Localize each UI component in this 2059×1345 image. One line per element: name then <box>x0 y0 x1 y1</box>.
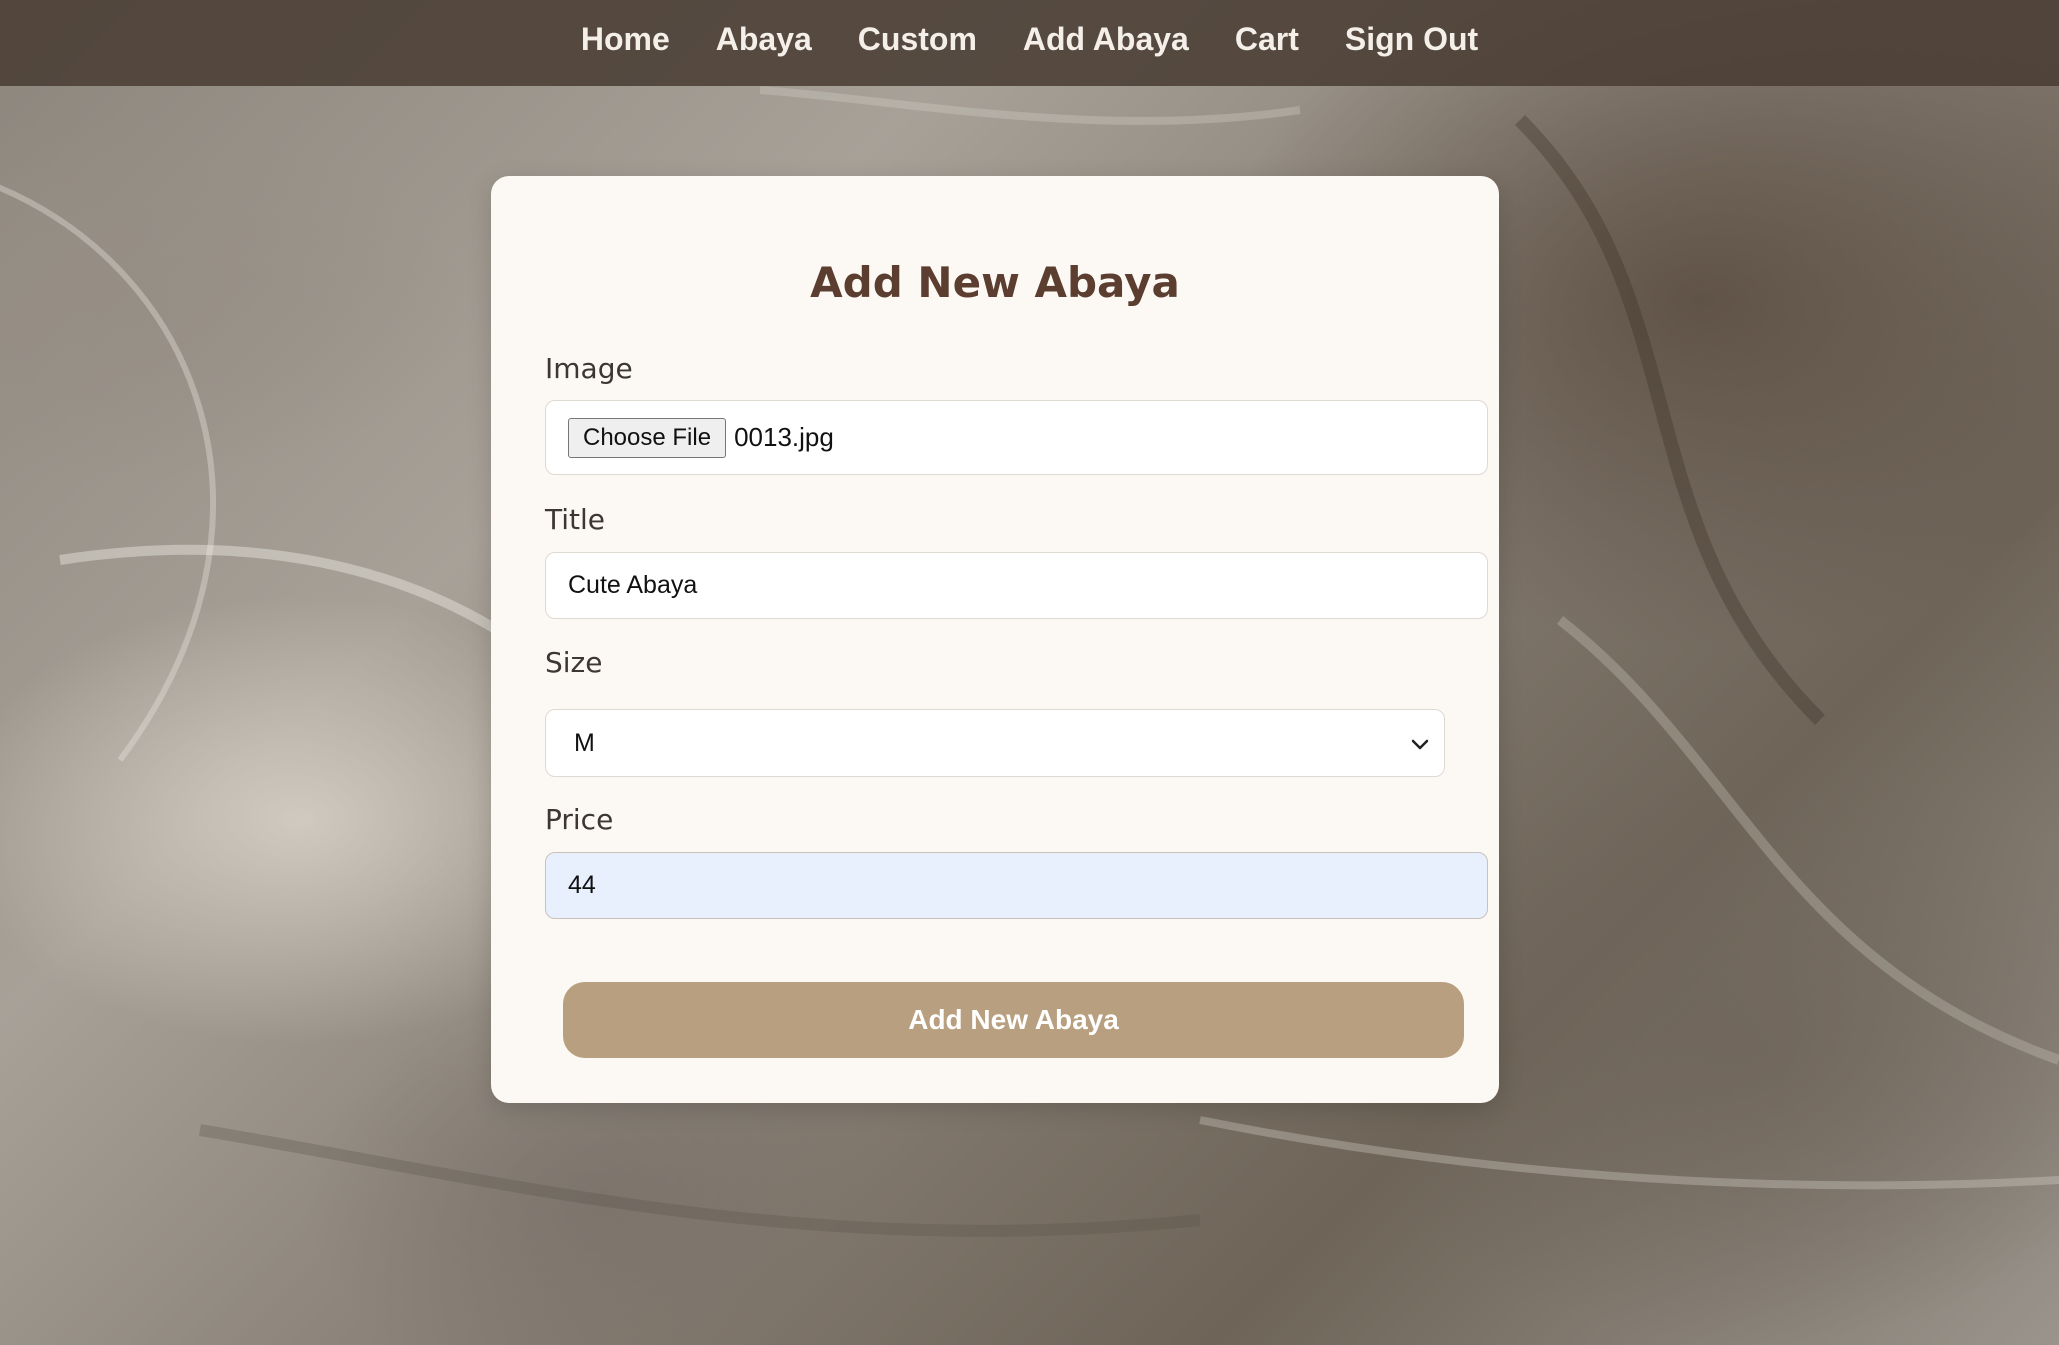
price-label: Price <box>545 803 614 836</box>
nav-custom-link[interactable]: Custom <box>858 21 977 66</box>
image-file-input: Choose File 0013.jpg <box>545 400 1488 475</box>
size-label: Size <box>545 646 603 679</box>
nav-sign-out-link[interactable]: Sign Out <box>1345 21 1478 66</box>
price-input[interactable]: 44 <box>545 852 1488 919</box>
nav-cart-link[interactable]: Cart <box>1235 21 1299 66</box>
selected-file-name: 0013.jpg <box>734 422 834 452</box>
form-title: Add New Abaya <box>810 258 1180 307</box>
size-select[interactable]: M <box>545 709 1445 777</box>
size-selected-value: M <box>574 728 595 757</box>
nav-add-abaya-link[interactable]: Add Abaya <box>1023 21 1189 66</box>
choose-file-button[interactable]: Choose File <box>568 417 727 458</box>
nav-home-link[interactable]: Home <box>581 21 670 66</box>
top-navigation: Home Abaya Custom Add Abaya Cart Sign Ou… <box>0 0 2059 86</box>
chevron-down-icon <box>1411 739 1429 750</box>
image-label: Image <box>545 352 633 385</box>
nav-abaya-link[interactable]: Abaya <box>716 21 812 66</box>
add-new-abaya-button[interactable]: Add New Abaya <box>563 982 1464 1058</box>
add-abaya-form-card: Add New Abaya Image Choose File 0013.jpg… <box>491 176 1499 1103</box>
title-input[interactable]: Cute Abaya <box>545 552 1488 619</box>
title-label: Title <box>545 503 606 536</box>
